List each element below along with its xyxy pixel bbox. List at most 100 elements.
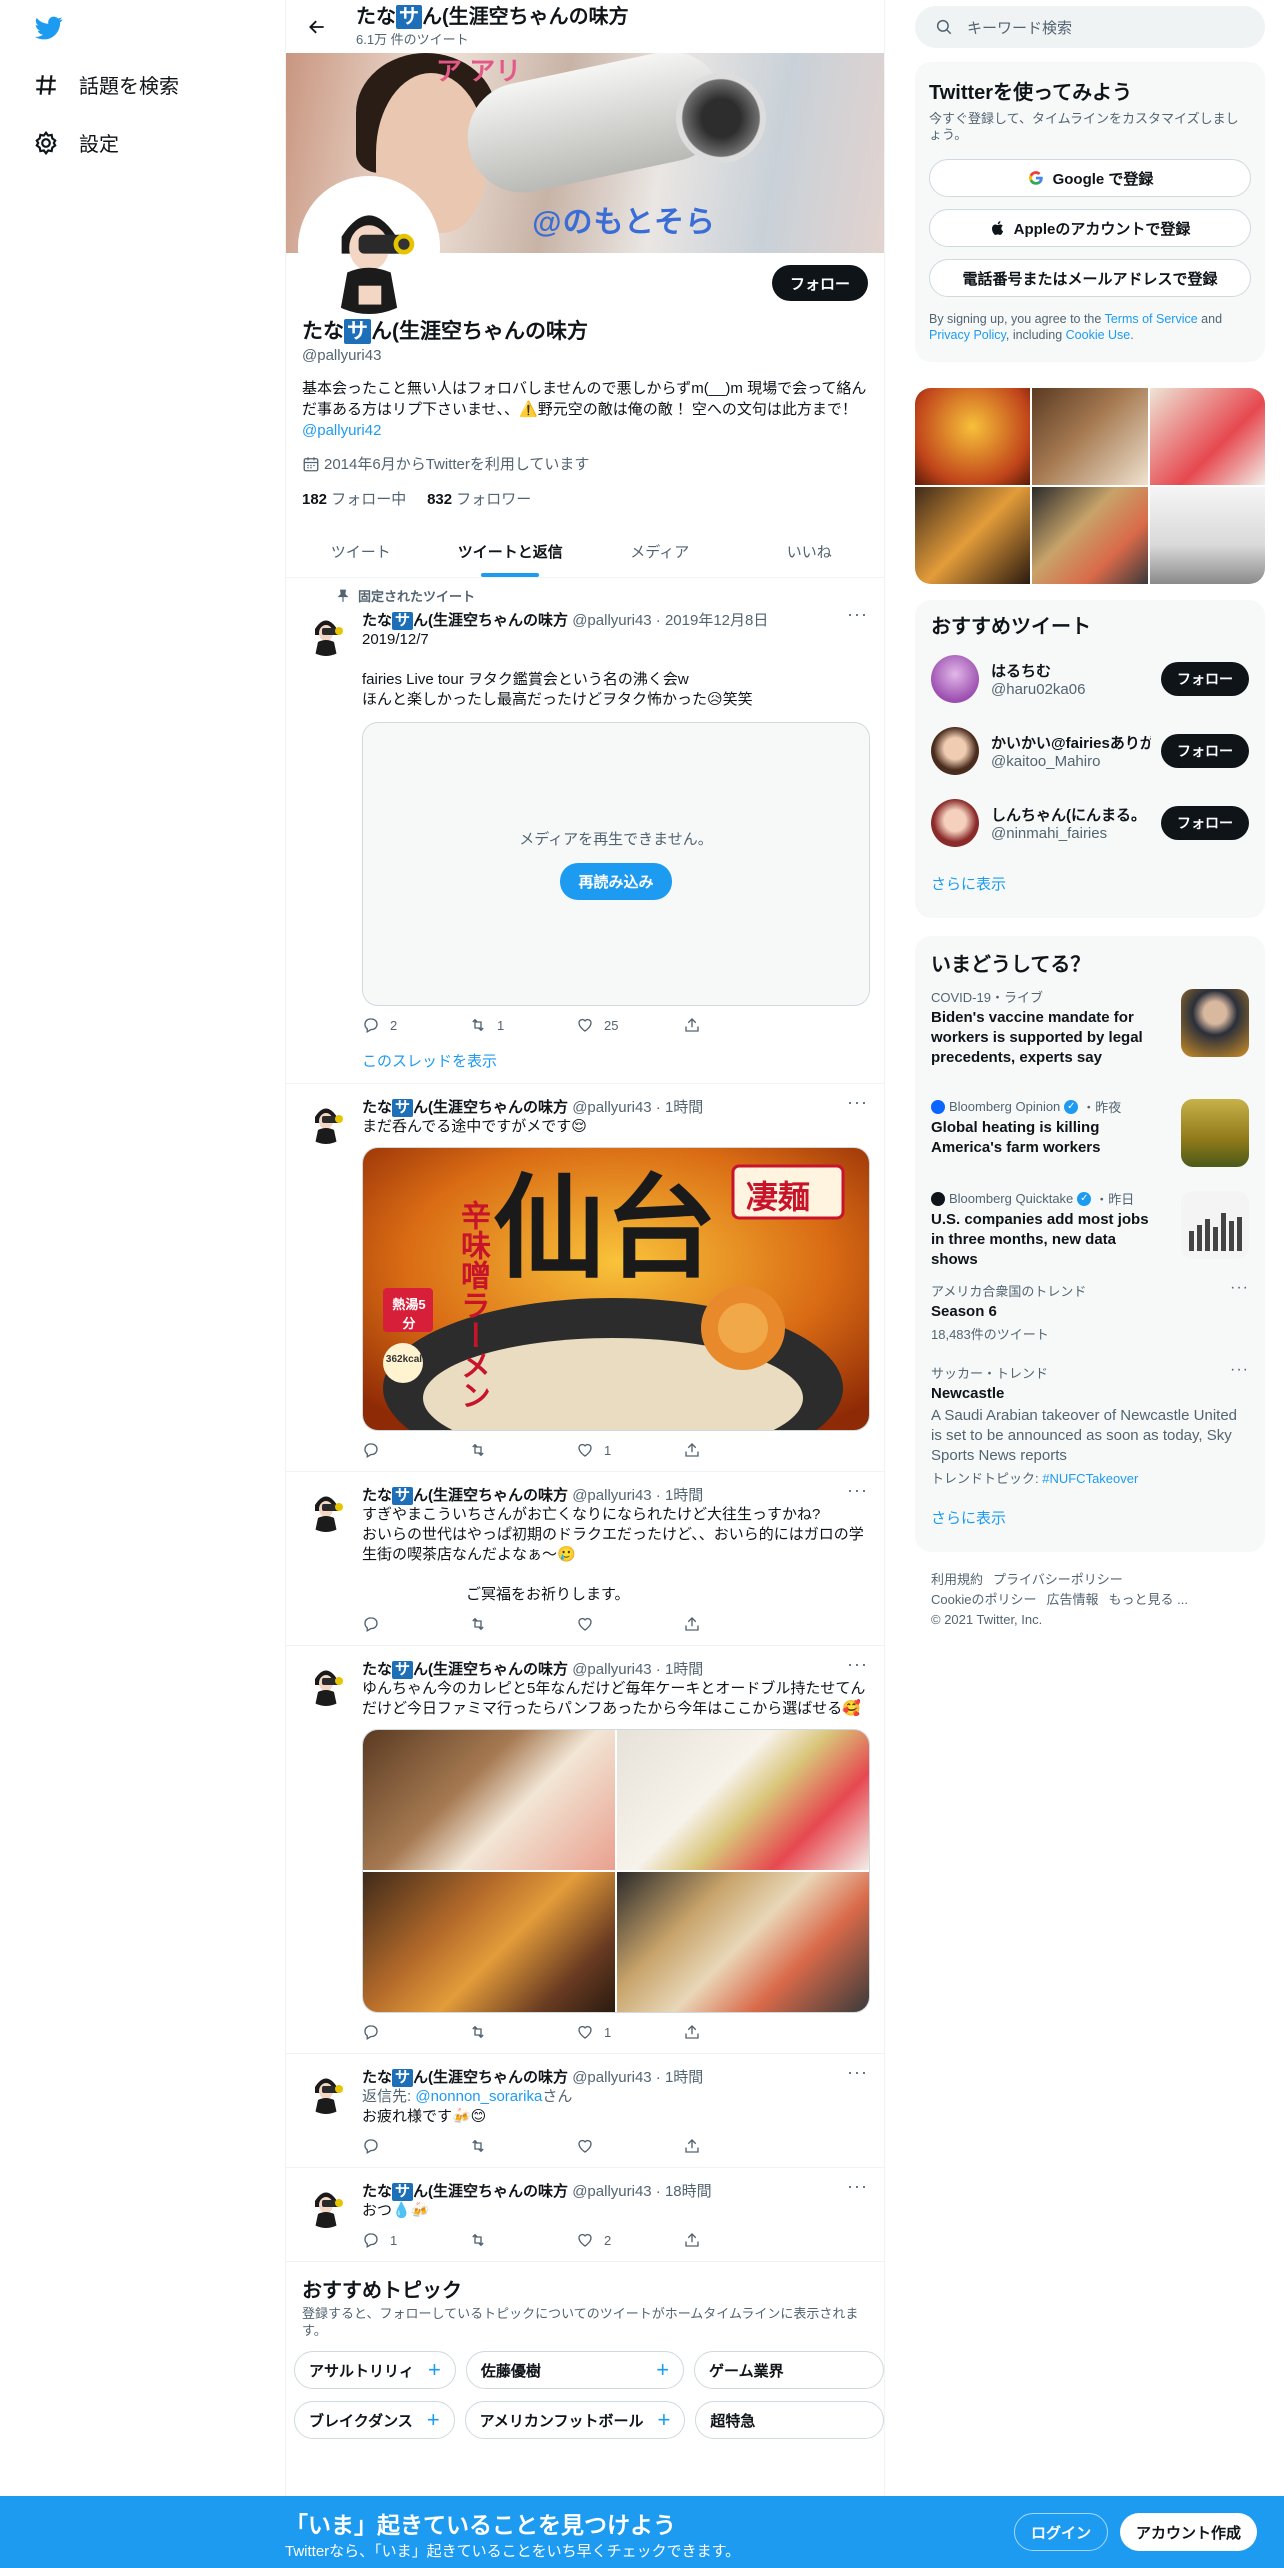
- more-icon[interactable]: ···: [847, 1480, 868, 1501]
- retweet-button[interactable]: [469, 2137, 576, 2155]
- topic-chip[interactable]: 佐藤優樹 +: [465, 2351, 685, 2389]
- nav-explore[interactable]: 話題を検索: [33, 70, 179, 99]
- topic-chip[interactable]: アメリカンフットボール +: [464, 2401, 686, 2439]
- like-button[interactable]: [576, 1615, 683, 1633]
- tweet-author[interactable]: たなサん(生涯空ちゃんの味方: [362, 2069, 568, 2087]
- mosaic-photo[interactable]: [1032, 388, 1148, 485]
- more-icon[interactable]: ···: [1230, 1361, 1249, 1379]
- profile-avatar[interactable]: [298, 176, 440, 318]
- bio-link[interactable]: @pallyuri42: [302, 422, 381, 439]
- reply-button[interactable]: [362, 2023, 469, 2041]
- like-button[interactable]: 25: [576, 1016, 683, 1034]
- retweet-button[interactable]: [469, 1615, 576, 1633]
- tweet-author[interactable]: たなサん(生涯空ちゃんの味方: [362, 2183, 568, 2201]
- reply-button[interactable]: [362, 2137, 469, 2155]
- trend-item[interactable]: アメリカ合衆国のトレンド Season 6 18,483件のツイート ···: [915, 1271, 1265, 1353]
- footer-ads-link[interactable]: 広告情報: [1046, 1592, 1098, 1607]
- tab-likes[interactable]: いいね: [735, 525, 885, 577]
- like-button[interactable]: [576, 2137, 683, 2155]
- more-icon[interactable]: ···: [847, 604, 868, 625]
- follow-button[interactable]: フォロー: [1161, 662, 1249, 696]
- tweet-avatar[interactable]: [302, 2180, 350, 2228]
- topic-chip[interactable]: 超特急: [695, 2401, 884, 2439]
- show-more-users-link[interactable]: さらに表示: [915, 859, 1265, 908]
- trend-item[interactable]: COVID-19・ライブ Biden's vaccine mandate for…: [915, 977, 1265, 1087]
- back-button[interactable]: [300, 10, 334, 44]
- followers-link[interactable]: 832 フォロワー: [427, 491, 531, 508]
- tweet-image[interactable]: 仙台 凄麺 辛味噌ラーメン 熱湯5分 362kcal: [362, 1147, 870, 1431]
- signup-button[interactable]: アカウント作成: [1120, 2513, 1258, 2551]
- tweet-photo-grid[interactable]: [362, 1729, 870, 2013]
- like-button[interactable]: 1: [576, 1441, 683, 1459]
- share-button[interactable]: [683, 2023, 790, 2041]
- more-icon[interactable]: ···: [847, 2176, 868, 2197]
- tweet-item[interactable]: ··· たなサん(生涯空ちゃんの味方 @pallyuri43 · 18時間 おつ…: [286, 2168, 884, 2262]
- user-row[interactable]: はるちむ @haru02ka06 フォロー: [915, 643, 1265, 715]
- footer-privacy-link[interactable]: プライバシーポリシー: [993, 1572, 1123, 1587]
- share-button[interactable]: [683, 1441, 790, 1459]
- photo-3[interactable]: [363, 1872, 615, 2012]
- photo-2[interactable]: [617, 1730, 869, 1870]
- footer-cookie-link[interactable]: Cookieのポリシー: [931, 1592, 1036, 1607]
- trend-item[interactable]: サッカー・トレンド Newcastle A Saudi Arabian take…: [915, 1353, 1265, 1493]
- footer-more-link[interactable]: もっと見る ...: [1108, 1592, 1187, 1607]
- topic-chip[interactable]: アサルトリリィ +: [294, 2351, 456, 2389]
- follow-button[interactable]: フォロー: [1161, 734, 1249, 768]
- tweet-avatar[interactable]: [302, 1096, 350, 1144]
- show-thread-link[interactable]: このスレッドを表示: [362, 1050, 868, 1071]
- trend-topic-link[interactable]: #NUFCTakeover: [1042, 1471, 1138, 1486]
- retweet-button[interactable]: [469, 2231, 576, 2249]
- topic-chip[interactable]: ゲーム業界: [694, 2351, 884, 2389]
- retweet-button[interactable]: [469, 1441, 576, 1459]
- share-button[interactable]: [683, 1016, 790, 1034]
- show-more-trends-link[interactable]: さらに表示: [915, 1493, 1265, 1542]
- more-icon[interactable]: ···: [1230, 1279, 1249, 1297]
- terms-link[interactable]: Terms of Service: [1105, 312, 1198, 326]
- mosaic-photo[interactable]: [1149, 388, 1265, 485]
- like-button[interactable]: 2: [576, 2231, 683, 2249]
- tab-media[interactable]: メディア: [585, 525, 735, 577]
- tweet-pinned[interactable]: 固定されたツイート ··· たなサん(生涯空ちゃんの味方 @pallyuri43…: [286, 578, 884, 1084]
- share-button[interactable]: [683, 1615, 790, 1633]
- retweet-button[interactable]: 1: [469, 1016, 576, 1034]
- avatar[interactable]: [931, 799, 979, 847]
- user-row[interactable]: かいかい@fairiesありが @kaitoo_Mahiro フォロー: [915, 715, 1265, 787]
- login-button[interactable]: ログイン: [1014, 2513, 1109, 2551]
- topic-chip[interactable]: ブレイクダンス +: [294, 2401, 455, 2439]
- tweet-author[interactable]: たなサん(生涯空ちゃんの味方: [362, 1661, 568, 1679]
- reply-button[interactable]: 2: [362, 1016, 469, 1034]
- tab-tweets[interactable]: ツイート: [286, 525, 436, 577]
- search-box[interactable]: キーワード検索: [915, 6, 1265, 48]
- avatar[interactable]: [931, 655, 979, 703]
- follow-button[interactable]: フォロー: [1161, 806, 1249, 840]
- more-icon[interactable]: ···: [847, 1654, 868, 1675]
- tweet-item[interactable]: ··· たなサん(生涯空ちゃんの味方 @pallyuri43 · 1時間 ゆんち…: [286, 1646, 884, 2054]
- mosaic-photo[interactable]: [1149, 487, 1265, 584]
- tab-tweets-and-replies[interactable]: ツイートと返信: [436, 525, 586, 577]
- share-button[interactable]: [683, 2231, 790, 2249]
- reload-button[interactable]: 再読み込み: [560, 863, 672, 900]
- reply-button[interactable]: 1: [362, 2231, 469, 2249]
- phone-email-signup-button[interactable]: 電話番号またはメールアドレスで登録: [929, 259, 1251, 297]
- twitter-logo-icon[interactable]: [33, 14, 65, 42]
- privacy-link[interactable]: Privacy Policy: [929, 328, 1006, 342]
- cookie-link[interactable]: Cookie Use: [1066, 328, 1131, 342]
- tweet-author[interactable]: たなサん(生涯空ちゃんの味方: [362, 1487, 568, 1505]
- follow-button[interactable]: フォロー: [771, 265, 868, 301]
- tweet-author[interactable]: たなサん(生涯空ちゃんの味方: [362, 1099, 568, 1117]
- trend-item[interactable]: Bloomberg Quicktake ✓ ・昨日 U.S. companies a…: [915, 1179, 1265, 1271]
- retweet-button[interactable]: [469, 2023, 576, 2041]
- mosaic-photo[interactable]: [1032, 487, 1148, 584]
- share-button[interactable]: [683, 2137, 790, 2155]
- tweet-author[interactable]: たなサん(生涯空ちゃんの味方: [362, 612, 568, 630]
- tweet-avatar[interactable]: [302, 608, 350, 656]
- mosaic-photo[interactable]: [915, 388, 1031, 485]
- tweet-avatar[interactable]: [302, 1484, 350, 1532]
- search-input[interactable]: キーワード検索: [967, 17, 1072, 38]
- mosaic-photo[interactable]: [915, 487, 1031, 584]
- google-signup-button[interactable]: Google で登録: [929, 159, 1251, 197]
- more-icon[interactable]: ···: [847, 1092, 868, 1113]
- avatar[interactable]: [931, 727, 979, 775]
- footer-terms-link[interactable]: 利用規約: [931, 1572, 983, 1587]
- user-row[interactable]: しんちゃん(にんまる。 @ninmahi_fairies フォロー: [915, 787, 1265, 859]
